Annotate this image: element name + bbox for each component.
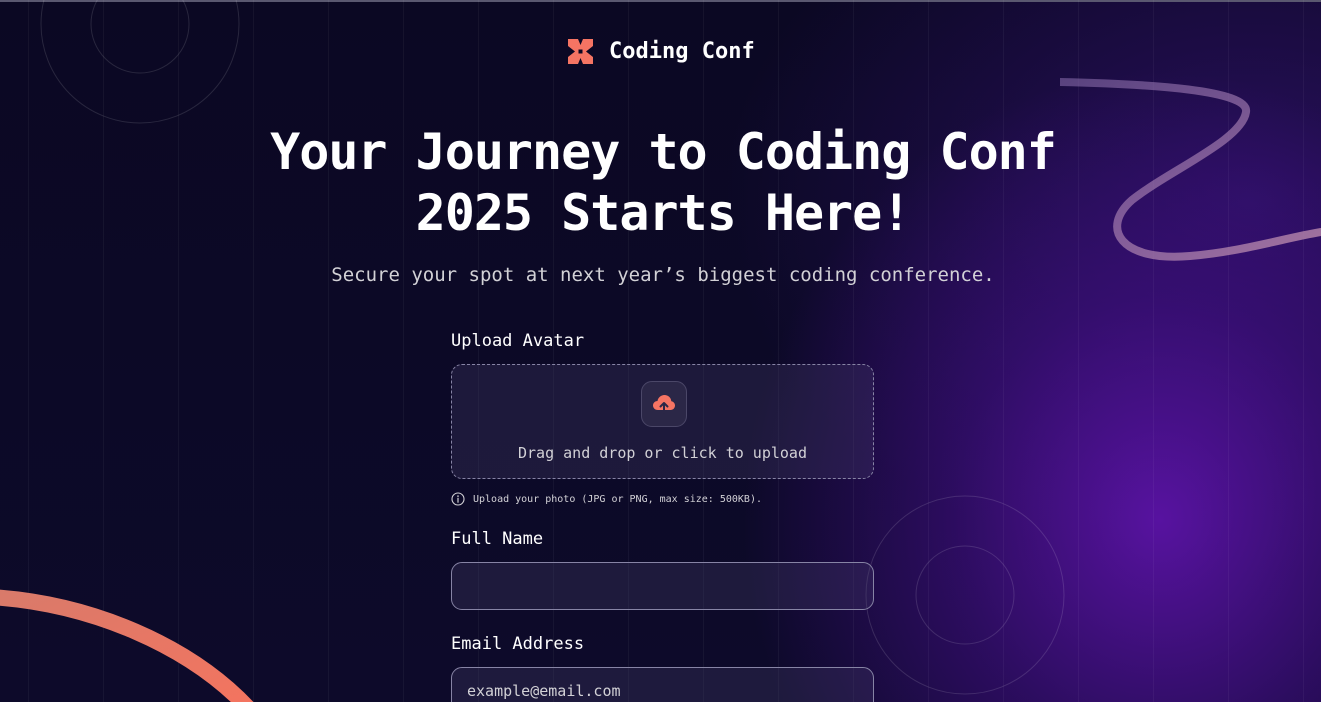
page-title: Your Journey to Coding Conf 2025 Starts … [260,122,1066,244]
dropzone-instructions: Drag and drop or click to upload [518,444,807,462]
avatar-hint: Upload your photo (JPG or PNG, max size:… [451,492,762,506]
avatar-hint-text: Upload your photo (JPG or PNG, max size:… [473,493,762,505]
email-input[interactable] [451,667,874,702]
avatar-dropzone[interactable]: Drag and drop or click to upload [451,364,874,479]
upload-icon-button[interactable] [641,381,687,427]
page-title-line-2: 2025 Starts Here! [415,184,912,242]
info-icon [451,492,465,506]
email-label: Email Address [451,634,585,654]
cloud-upload-icon [653,395,675,414]
avatar-upload-label: Upload Avatar [451,331,585,351]
coding-conf-logo-icon [568,39,593,64]
full-name-label: Full Name [451,529,544,549]
brand-logo[interactable]: Coding Conf [566,37,755,66]
page-title-line-1: Your Journey to Coding Conf [270,123,1057,181]
page-subtitle: Secure your spot at next year’s biggest … [331,264,995,286]
brand-name: Coding Conf [609,39,755,64]
full-name-input[interactable] [451,562,874,610]
